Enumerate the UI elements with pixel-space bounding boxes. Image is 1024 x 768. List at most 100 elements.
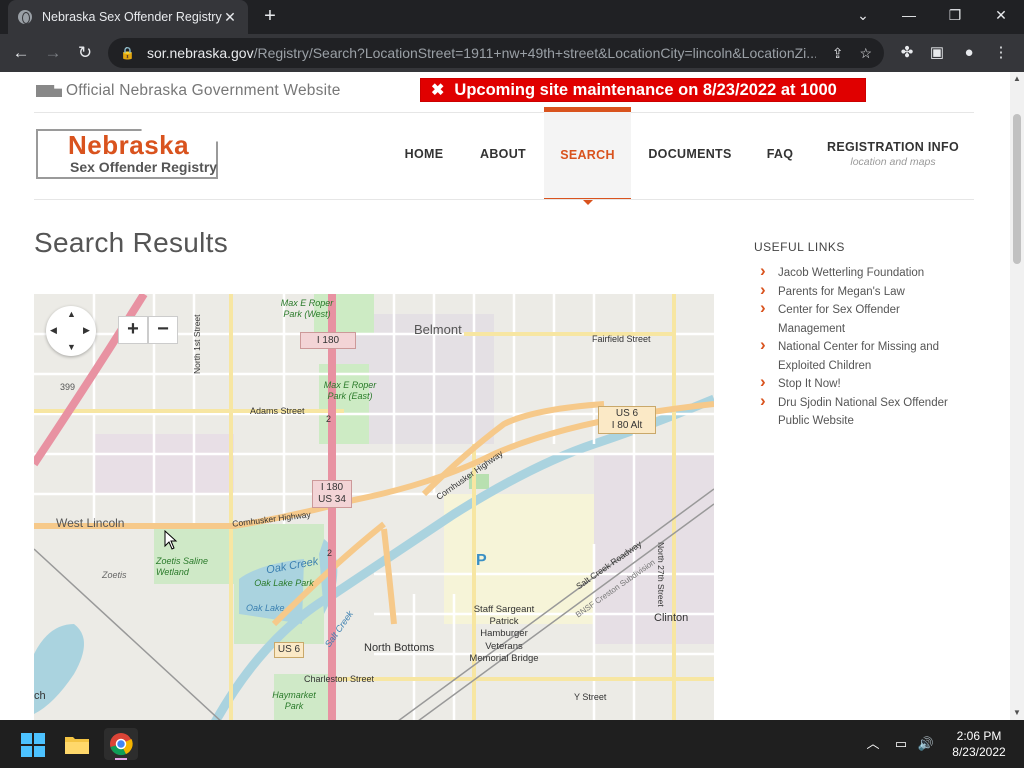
nav-faq[interactable]: FAQ	[760, 107, 800, 200]
network-icon[interactable]: ▭	[890, 720, 912, 768]
reload-button[interactable]: ↻	[72, 40, 98, 66]
useful-link[interactable]: Stop It Now!	[754, 373, 969, 394]
gov-banner-text: Official Nebraska Government Website	[66, 82, 341, 99]
map-label: Haymarket Park	[272, 690, 316, 711]
map-tiles[interactable]	[34, 294, 714, 720]
route-shield: US 6	[274, 642, 304, 658]
parking-icon: P	[476, 552, 487, 569]
map-label: Fairfield Street	[592, 334, 651, 344]
pan-left-icon[interactable]: ◀	[50, 325, 57, 336]
system-clock[interactable]: 2:06 PM 8/23/2022	[944, 728, 1014, 760]
divider	[34, 199, 974, 200]
nav-registration-info[interactable]: REGISTRATION INFO location and maps	[824, 107, 962, 200]
taskbar: ︿ ▭ 🔊 2:06 PM 8/23/2022	[0, 720, 1024, 768]
map-label: Belmont	[414, 322, 462, 337]
route-shield: I 180	[300, 332, 356, 349]
url-text[interactable]: sor.nebraska.gov/Registry/Search?Locatio…	[147, 45, 816, 61]
map-label: 2	[326, 414, 332, 424]
show-hidden-icons-icon[interactable]: ︿	[862, 720, 884, 768]
tab-search-icon[interactable]: ⌄	[840, 0, 886, 32]
start-windows-icon[interactable]	[16, 728, 50, 760]
tab-title: Nebraska Sex Offender Registry:	[42, 10, 222, 24]
new-tab-button[interactable]: +	[258, 5, 282, 29]
volume-icon[interactable]: 🔊	[914, 720, 938, 768]
map-label: Max E Roper Park (East)	[323, 380, 377, 401]
side-panel-icon[interactable]: ▣	[924, 40, 950, 66]
pan-up-icon[interactable]: ▲	[67, 309, 76, 319]
share-icon[interactable]: ⇪	[832, 45, 844, 62]
back-button[interactable]: ←	[8, 40, 34, 66]
forward-button[interactable]: →	[40, 40, 66, 66]
close-tab-icon[interactable]: ✕	[222, 9, 238, 26]
pan-control[interactable]: ▲ ▼ ◀ ▶	[46, 306, 96, 356]
useful-link[interactable]: Dru Sjodin National Sex Offender Public …	[754, 392, 969, 431]
map-label: Clinton	[654, 612, 689, 624]
browser-toolbar: ← → ↻ 🔒 sor.nebraska.gov/Registry/Search…	[0, 34, 1024, 72]
extensions-icon[interactable]: ✤	[894, 40, 920, 66]
map-label: Zoetis	[102, 570, 127, 580]
logo-subtitle: Sex Offender Registry	[70, 159, 218, 175]
map-label: North Bottoms	[364, 642, 435, 654]
pan-down-icon[interactable]: ▼	[67, 342, 76, 352]
nav-sub-label: location and maps	[850, 155, 936, 168]
maintenance-text: Upcoming site maintenance on 8/23/2022 a…	[454, 80, 837, 99]
useful-link[interactable]: Jacob Wetterling Foundation	[754, 262, 969, 283]
restore-button[interactable]: ❐	[932, 0, 978, 32]
useful-link[interactable]: National Center for Missing and Exploite…	[754, 336, 969, 375]
zoom-control: + −	[118, 316, 178, 344]
tools-icon: ✖	[431, 82, 445, 99]
site-logo[interactable]: Nebraska Sex Offender Registry	[36, 127, 226, 183]
profile-avatar-icon[interactable]: ●	[956, 40, 982, 66]
nebraska-state-icon	[36, 85, 62, 97]
bookmark-star-icon[interactable]: ☆	[859, 45, 872, 62]
pan-right-icon[interactable]: ▶	[83, 325, 90, 336]
map-label: ch	[34, 690, 46, 702]
useful-links: USEFUL LINKS Jacob Wetterling Foundation…	[754, 240, 969, 431]
map-label: West Lincoln	[56, 516, 125, 530]
close-window-button[interactable]: ✕	[978, 0, 1024, 32]
route-shield: US 6I 80 Alt	[598, 406, 656, 434]
route-shield: I 180 US 34	[312, 480, 352, 508]
page-title: Search Results	[34, 227, 229, 258]
browser-tab-bar: Nebraska Sex Offender Registry: ✕ + ⌄ — …	[0, 0, 1024, 34]
zoom-in-button[interactable]: +	[118, 316, 148, 344]
zoom-out-button[interactable]: −	[148, 316, 178, 344]
useful-link[interactable]: Center for Sex Offender Management	[754, 299, 969, 338]
lock-icon[interactable]: 🔒	[120, 46, 135, 60]
map-label: Y Street	[574, 692, 607, 702]
page-viewport: Official Nebraska Government Website ✖ U…	[0, 72, 1024, 720]
address-bar[interactable]: 🔒 sor.nebraska.gov/Registry/Search?Locat…	[108, 38, 884, 68]
file-explorer-icon[interactable]	[60, 728, 94, 760]
nav-documents[interactable]: DOCUMENTS	[644, 107, 736, 200]
maintenance-banner: ✖ Upcoming site maintenance on 8/23/2022…	[420, 78, 866, 102]
results-map[interactable]: Belmont West Lincoln North Bottoms Clint…	[34, 294, 714, 720]
globe-icon	[18, 10, 32, 24]
clock-time: 2:06 PM	[956, 729, 1002, 743]
map-label: Oak Lake Park	[254, 578, 314, 588]
map-label: Oak Lake	[246, 603, 285, 613]
map-label: Staff Sargeant Patrick Hamburger Veteran…	[469, 604, 539, 664]
clock-date: 8/23/2022	[952, 745, 1006, 759]
useful-links-heading: USEFUL LINKS	[754, 240, 845, 254]
scroll-up-icon[interactable]: ▲	[1010, 72, 1024, 86]
nav-home[interactable]: HOME	[396, 107, 452, 200]
gov-banner: Official Nebraska Government Website	[36, 82, 341, 100]
menu-kebab-icon[interactable]: ⋮	[988, 40, 1014, 66]
map-label: North 27th Street	[656, 542, 666, 607]
nav-about[interactable]: ABOUT	[472, 107, 534, 200]
logo-name: Nebraska	[68, 130, 190, 160]
chrome-icon[interactable]	[104, 728, 138, 760]
map-label: North 1st Street	[192, 314, 202, 374]
mouse-cursor-icon	[164, 530, 178, 550]
map-label: Charleston Street	[304, 674, 375, 684]
page-scrollbar[interactable]: ▲ ▼	[1010, 72, 1024, 720]
minimize-button[interactable]: —	[886, 0, 932, 32]
browser-tab[interactable]: Nebraska Sex Offender Registry: ✕	[8, 0, 248, 34]
useful-link[interactable]: Parents for Megan's Law	[754, 281, 969, 302]
nav-search[interactable]: SEARCH	[544, 107, 631, 205]
map-label: 399	[60, 382, 76, 392]
scroll-down-icon[interactable]: ▼	[1010, 706, 1024, 720]
scrollbar-thumb[interactable]	[1013, 114, 1021, 264]
map-label: Zoetis Saline Wetland	[156, 556, 209, 577]
map-label: 2	[327, 548, 333, 558]
